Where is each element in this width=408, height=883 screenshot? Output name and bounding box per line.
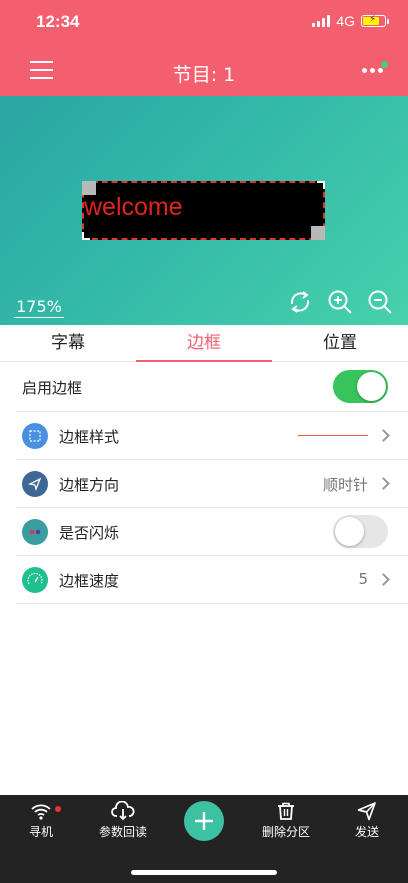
zoom-out-icon[interactable] (366, 288, 394, 316)
delete-partition-label: 删除分区 (261, 825, 310, 839)
border-direction-icon (22, 471, 48, 497)
tab-border[interactable]: 边框 (136, 325, 272, 362)
corner-mark (317, 181, 325, 189)
border-style-preview (298, 435, 368, 436)
blink-toggle[interactable] (333, 515, 388, 548)
border-speed-icon (22, 567, 48, 593)
border-direction-value: 顺时针 (322, 476, 368, 494)
border-speed-row[interactable]: 边框速度 5 (16, 556, 408, 604)
zoom-in-icon[interactable] (326, 288, 354, 316)
zoom-level: 175% (14, 297, 64, 318)
status-time: 12:34 (36, 12, 80, 31)
border-direction-label: 边框方向 (59, 476, 120, 494)
chevron-right-icon (377, 573, 390, 586)
signal-icon (312, 15, 331, 27)
find-device-button[interactable]: 寻机 (6, 801, 76, 840)
notification-dot (381, 61, 388, 68)
border-direction-row[interactable]: 边框方向 顺时针 (16, 460, 408, 508)
led-text: welcome (84, 193, 183, 221)
tab-bar: 字幕 边框 位置 (0, 325, 408, 362)
border-style-row[interactable]: 边框样式 (16, 412, 408, 460)
enable-border-label: 启用边框 (22, 379, 83, 397)
wifi-icon (31, 804, 51, 820)
readback-button[interactable]: 参数回读 (88, 801, 158, 840)
cloud-download-icon (111, 801, 135, 821)
enable-border-toggle[interactable] (333, 370, 388, 403)
bottom-right-handle[interactable] (311, 226, 325, 240)
blink-row: 是否闪烁 (16, 508, 408, 556)
send-label: 发送 (354, 825, 379, 839)
top-left-handle[interactable] (82, 181, 96, 195)
enable-border-row: 启用边框 (16, 362, 408, 412)
border-style-icon (22, 423, 48, 449)
send-icon (357, 802, 376, 821)
notification-dot (55, 806, 61, 812)
blink-icon (22, 519, 48, 545)
led-preview: welcome 175% (0, 96, 408, 325)
rotate-icon[interactable] (286, 288, 314, 316)
trash-icon (278, 802, 294, 820)
page-title: 节目: 1 (172, 64, 236, 86)
battery-icon: ⚡ (361, 14, 389, 27)
led-screen[interactable]: welcome (82, 181, 325, 240)
send-button[interactable]: 发送 (332, 801, 402, 840)
chevron-right-icon (377, 429, 390, 442)
plus-icon (195, 812, 213, 830)
border-style-label: 边框样式 (59, 428, 120, 446)
blink-label: 是否闪烁 (59, 524, 120, 542)
home-indicator (131, 870, 277, 875)
chevron-right-icon (377, 477, 390, 490)
status-indicators: 4G ⚡ (312, 13, 389, 29)
delete-partition-button[interactable]: 删除分区 (251, 801, 321, 840)
top-bar: 12:34 4G ⚡ 节目: 1 (0, 0, 408, 96)
network-type: 4G (336, 13, 355, 29)
tab-position[interactable]: 位置 (272, 325, 408, 361)
corner-mark (82, 232, 90, 240)
add-button[interactable] (184, 801, 224, 841)
find-device-label: 寻机 (28, 825, 53, 839)
readback-label: 参数回读 (98, 825, 147, 839)
border-speed-value: 5 (358, 570, 368, 588)
tab-subtitle[interactable]: 字幕 (0, 325, 136, 361)
border-speed-label: 边框速度 (59, 572, 120, 590)
